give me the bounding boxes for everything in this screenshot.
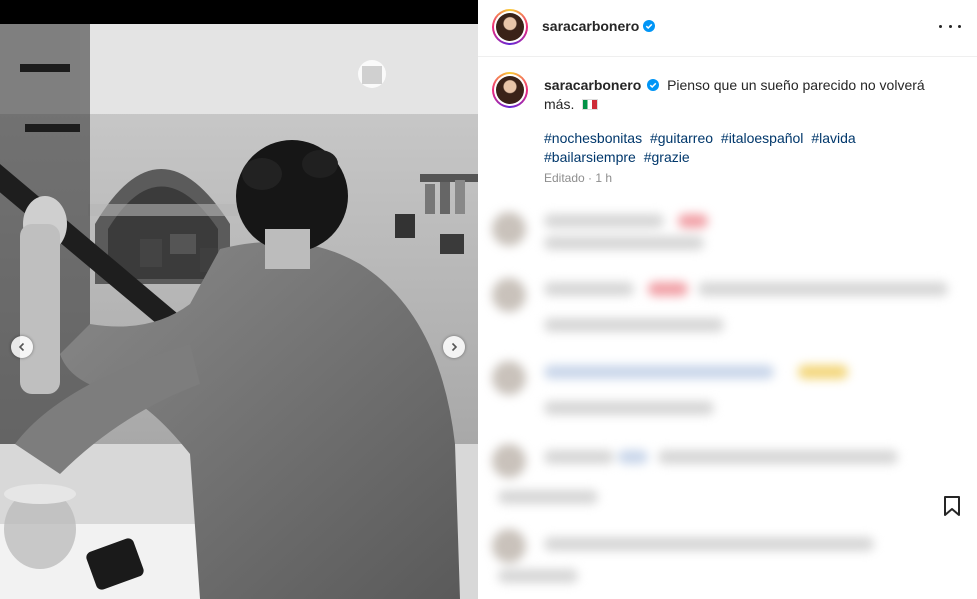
carousel-prev-button[interactable] <box>11 336 33 358</box>
header-username[interactable]: saracarbonero <box>542 18 639 34</box>
more-horizontal-icon <box>939 24 942 28</box>
blurred-comment <box>478 200 977 260</box>
blurred-comment <box>478 268 977 332</box>
post-header: saracarbonero <box>478 0 977 57</box>
time-ago[interactable]: 1 h <box>595 171 612 185</box>
hashtag-link[interactable]: #italoespañol <box>721 130 804 146</box>
caption-avatar[interactable] <box>492 72 528 108</box>
verified-badge-icon <box>647 79 660 91</box>
blurred-comment <box>478 525 977 585</box>
post-meta: Editado · 1 h <box>544 171 612 185</box>
chevron-left-icon <box>18 342 25 352</box>
post-photo <box>0 24 478 599</box>
hashtag-link[interactable]: #lavida <box>811 130 855 146</box>
hashtag-link[interactable]: #bailarsiempre <box>544 149 636 165</box>
italy-flag-icon <box>582 99 599 110</box>
blurred-comment <box>478 355 977 415</box>
meta-separator: · <box>588 171 593 185</box>
carousel-next-button[interactable] <box>443 336 465 358</box>
verified-badge-icon <box>643 20 656 32</box>
header-avatar[interactable] <box>492 9 528 45</box>
chevron-right-icon <box>451 342 458 352</box>
hashtag-link[interactable]: #nochesbonitas <box>544 130 642 146</box>
avatar-image <box>496 13 524 41</box>
post-details-panel: saracarbonero saracarbonero Pienso que u… <box>478 0 977 599</box>
header-user: saracarbonero <box>542 18 656 34</box>
post-caption: saracarbonero Pienso que un sueño pareci… <box>544 76 954 114</box>
edited-label: Editado <box>544 171 585 185</box>
hashtag-link[interactable]: #grazie <box>644 149 690 165</box>
more-options-button[interactable] <box>939 18 961 34</box>
top-bar <box>0 0 478 24</box>
hashtag-link[interactable]: #guitarreo <box>650 130 713 146</box>
hashtag-list: #nochesbonitas #guitarreo #italoespañol … <box>544 129 904 167</box>
bookmark-icon[interactable] <box>940 494 964 518</box>
blurred-comment <box>478 440 977 504</box>
caption-username[interactable]: saracarbonero <box>544 77 641 93</box>
photo-scene <box>0 24 478 599</box>
